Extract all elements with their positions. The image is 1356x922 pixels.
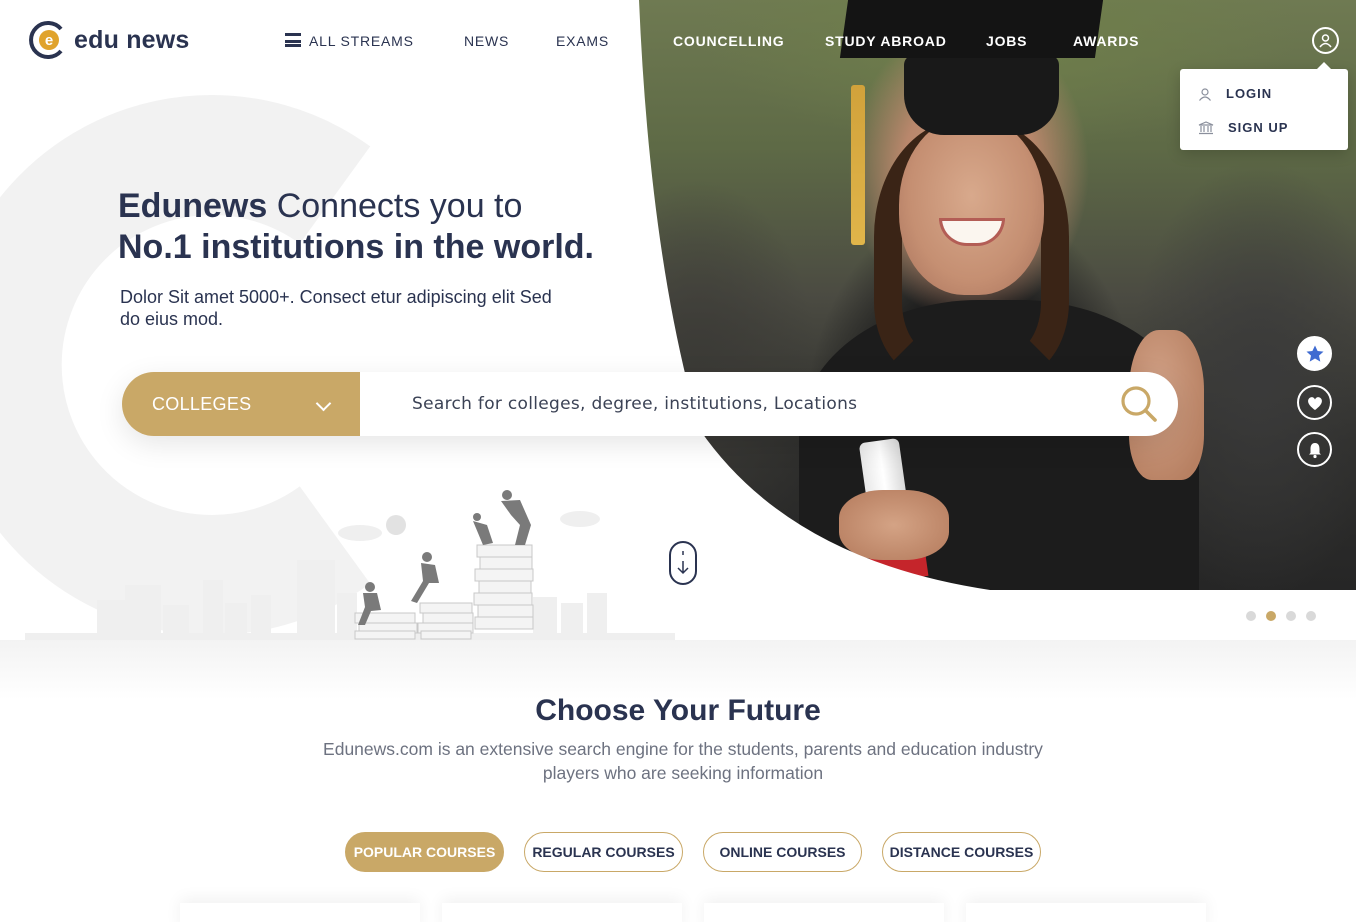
slider-dot[interactable] bbox=[1306, 611, 1316, 621]
nav-all-streams[interactable]: ALL STREAMS bbox=[309, 33, 414, 49]
favorites-star-button[interactable] bbox=[1297, 336, 1332, 371]
nav-study-abroad[interactable]: STUDY ABROAD bbox=[825, 33, 947, 49]
slider-dots bbox=[1246, 611, 1316, 621]
user-account-button[interactable] bbox=[1312, 27, 1339, 54]
course-card[interactable] bbox=[966, 903, 1206, 922]
section-description: Edunews.com is an extensive search engin… bbox=[323, 739, 1043, 783]
category-select[interactable]: COLLEGES bbox=[122, 372, 360, 436]
slider-dot[interactable] bbox=[1246, 611, 1256, 621]
svg-text:e: e bbox=[45, 32, 53, 49]
stairs-of-books-illustration bbox=[25, 490, 675, 640]
search-bar: COLLEGES bbox=[122, 372, 1178, 436]
course-card[interactable] bbox=[704, 903, 944, 922]
institution-icon bbox=[1198, 120, 1214, 134]
tab-distance-courses[interactable]: DISTANCE COURSES bbox=[882, 832, 1041, 872]
login-menu-item[interactable]: LOGIN bbox=[1198, 86, 1272, 101]
user-dropdown-menu: LOGIN SIGN UP bbox=[1180, 62, 1348, 150]
course-card[interactable] bbox=[442, 903, 682, 922]
logo-mark-icon: e bbox=[29, 21, 63, 59]
tab-popular-courses[interactable]: POPULAR COURSES bbox=[345, 832, 504, 872]
hero-headline: Edunews Connects you to No.1 institution… bbox=[118, 186, 594, 268]
chevron-down-icon bbox=[315, 395, 332, 412]
scroll-down-indicator[interactable] bbox=[669, 541, 697, 585]
signup-label: SIGN UP bbox=[1228, 120, 1289, 135]
nav-jobs[interactable]: JOBS bbox=[986, 33, 1027, 49]
user-icon bbox=[1319, 34, 1332, 48]
course-card[interactable] bbox=[180, 903, 420, 922]
headline-line2: No.1 institutions in the world. bbox=[118, 228, 594, 266]
heart-icon bbox=[1307, 396, 1322, 410]
user-icon bbox=[1199, 87, 1211, 101]
bell-icon bbox=[1308, 442, 1321, 458]
nav-awards[interactable]: AWARDS bbox=[1073, 33, 1139, 49]
brand-logo[interactable]: e edu news bbox=[28, 20, 190, 60]
slider-dot-active[interactable] bbox=[1266, 611, 1276, 621]
search-icon[interactable] bbox=[1120, 385, 1158, 423]
wishlist-heart-button[interactable] bbox=[1297, 385, 1332, 420]
headline-rest: Connects you to bbox=[267, 187, 523, 225]
choose-future-section: Choose Your Future Edunews.com is an ext… bbox=[0, 640, 1356, 922]
nav-councelling[interactable]: COUNCELLING bbox=[673, 33, 784, 49]
arrow-down-icon bbox=[677, 551, 689, 575]
brand-name: edu news bbox=[74, 25, 190, 54]
login-label: LOGIN bbox=[1226, 86, 1273, 101]
hero-section: e edu news ALL STREAMS NEWS EXAMS COUNCE… bbox=[0, 0, 1356, 640]
section-title: Choose Your Future bbox=[535, 694, 821, 727]
tab-regular-courses[interactable]: REGULAR COURSES bbox=[524, 832, 683, 872]
tab-online-courses[interactable]: ONLINE COURSES bbox=[703, 832, 862, 872]
slider-dot[interactable] bbox=[1286, 611, 1296, 621]
category-select-value: COLLEGES bbox=[152, 393, 252, 414]
headline-brand: Edunews bbox=[118, 187, 268, 225]
hero-subline: Dolor Sit amet 5000+. Consect etur adipi… bbox=[120, 287, 552, 329]
nav-exams[interactable]: EXAMS bbox=[556, 33, 609, 49]
nav-news[interactable]: NEWS bbox=[464, 33, 509, 49]
notifications-bell-button[interactable] bbox=[1297, 432, 1332, 467]
signup-menu-item[interactable]: SIGN UP bbox=[1198, 120, 1288, 135]
hamburger-icon[interactable] bbox=[285, 33, 301, 47]
search-input[interactable] bbox=[412, 386, 1112, 422]
star-icon bbox=[1306, 345, 1323, 362]
